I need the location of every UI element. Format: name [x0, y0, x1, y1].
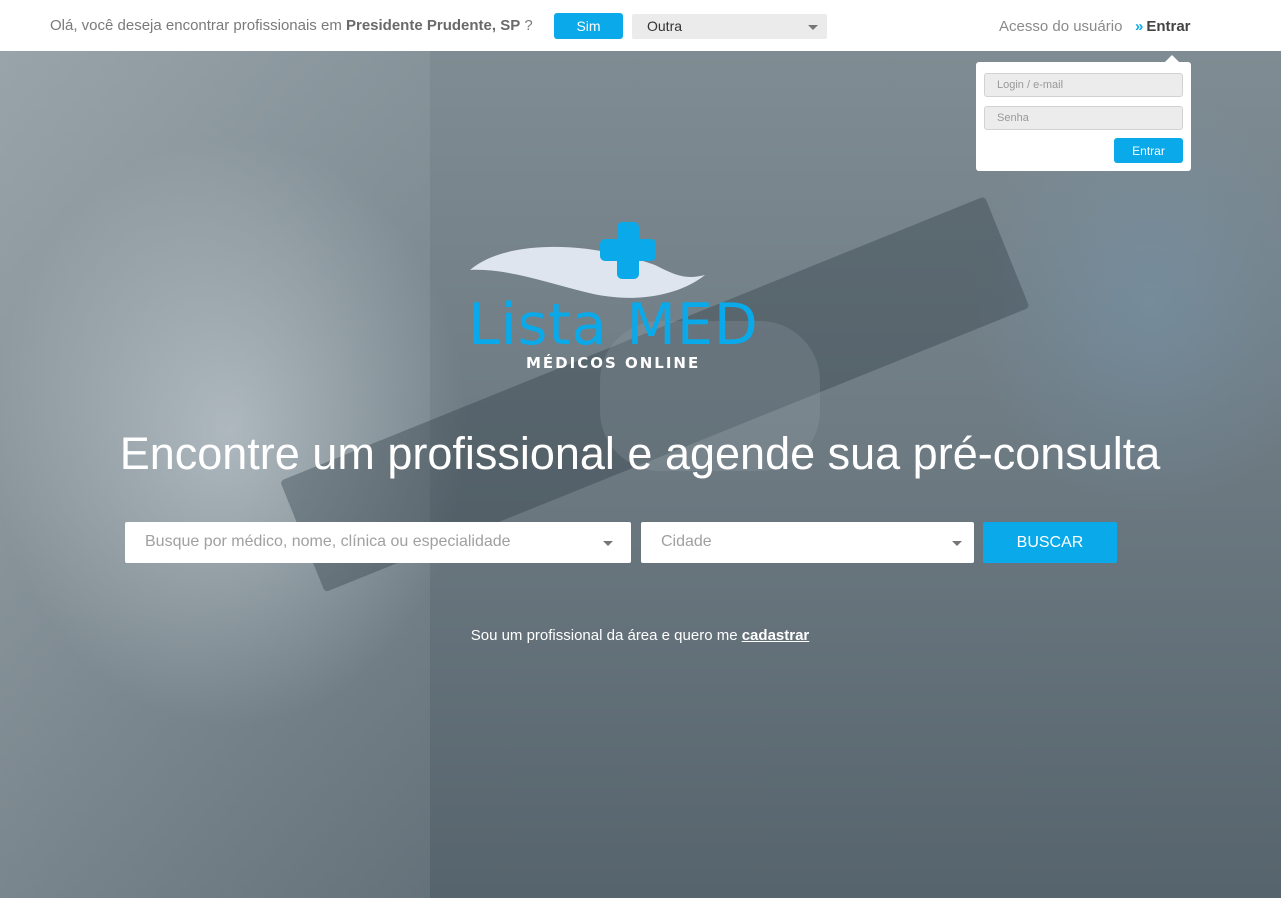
other-location-select-value: Outra [647, 18, 683, 34]
login-link[interactable]: » Entrar [1135, 18, 1191, 35]
hero-headline: Encontre um profissional e agende sua pr… [119, 428, 1161, 479]
city-select[interactable]: Cidade [641, 522, 974, 563]
confirm-location-button[interactable]: Sim [554, 13, 623, 39]
logo-wave-icon [470, 246, 705, 298]
other-location-select[interactable]: Outra [632, 14, 827, 39]
professional-signup-line: Sou um profissional da área e quero me c… [0, 627, 1280, 644]
password-input[interactable] [984, 106, 1183, 130]
login-email-input[interactable] [984, 73, 1183, 97]
login-popup: Entrar [976, 55, 1191, 171]
popup-arrow [1165, 55, 1179, 62]
double-chevron-right-icon: » [1135, 18, 1144, 35]
logo-title: Lista MED [468, 292, 759, 358]
caret-down-icon [808, 25, 818, 30]
signup-link[interactable]: cadastrar [742, 627, 810, 644]
location-city: Presidente Prudente, SP [345, 17, 521, 34]
search-button[interactable]: BUSCAR [983, 522, 1117, 563]
login-submit-button[interactable]: Entrar [1114, 138, 1183, 163]
logo-subtitle: MÉDICOS ONLINE [526, 354, 701, 372]
user-access-label: Acesso do usuário [999, 18, 1123, 35]
login-link-label: Entrar [1146, 18, 1191, 35]
city-placeholder: Cidade [661, 533, 712, 550]
signup-text: Sou um profissional da área e quero me [470, 627, 738, 644]
professional-search-placeholder: Busque por médico, nome, clínica ou espe… [145, 533, 511, 550]
location-question: Olá, você deseja encontrar profissionais… [50, 17, 533, 34]
professional-search-select[interactable]: Busque por médico, nome, clínica ou espe… [125, 522, 631, 563]
top-bar: Olá, você deseja encontrar profissionais… [0, 0, 1281, 51]
caret-down-icon [603, 541, 613, 546]
caret-down-icon [952, 541, 962, 546]
location-question-prefix: Olá, você deseja encontrar profissionais… [50, 17, 342, 34]
location-question-suffix: ? [524, 17, 533, 34]
